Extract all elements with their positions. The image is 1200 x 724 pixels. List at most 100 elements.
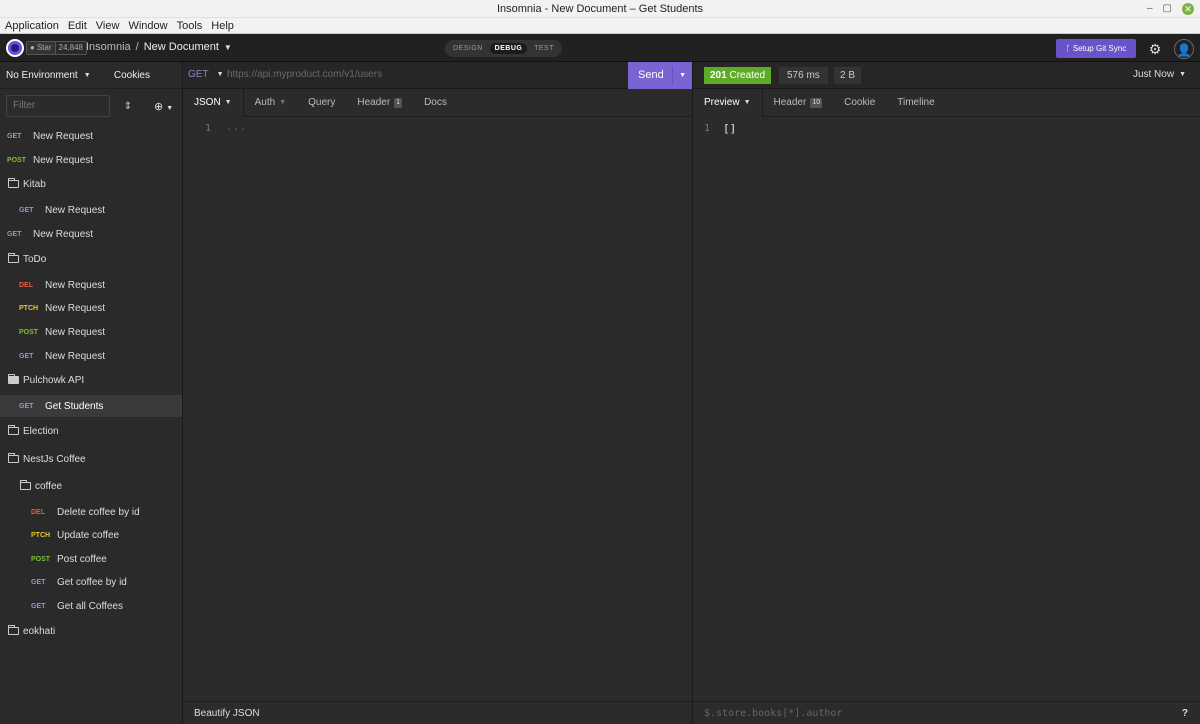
sidebar-folder[interactable]: coffee — [0, 475, 182, 497]
sidebar-request[interactable]: GET Get all Coffees — [0, 595, 182, 617]
tab-timeline[interactable]: Timeline — [886, 89, 945, 117]
method-badge: GET — [19, 206, 34, 214]
account-icon[interactable]: 👤 — [1174, 39, 1194, 59]
window-controls: – ▢ ✕ — [1147, 2, 1194, 16]
menu-tools[interactable]: Tools — [177, 18, 203, 33]
insomnia-logo-icon[interactable] — [6, 39, 24, 57]
chevron-down-icon[interactable]: ▼ — [224, 43, 232, 52]
chevron-down-icon[interactable]: ▼ — [679, 62, 686, 89]
folder-icon — [8, 178, 19, 188]
url-input[interactable]: https://api.myproduct.com/v1/users — [227, 69, 382, 80]
mode-test-tab[interactable]: TEST — [529, 43, 559, 54]
menu-application[interactable]: Application — [5, 18, 59, 33]
tab-auth[interactable]: Auth ▼ — [244, 89, 298, 117]
sidebar-request[interactable]: DEL New Request — [0, 274, 182, 296]
history-select[interactable]: Just Now ▼ — [1133, 69, 1186, 80]
minimize-icon[interactable]: – — [1147, 2, 1153, 16]
tab-response-header[interactable]: Header 10 — [763, 89, 834, 117]
sidebar-request[interactable]: PTCH Update coffee — [0, 524, 182, 546]
sidebar-request[interactable]: GET New Request — [0, 223, 182, 245]
folder-icon — [8, 253, 19, 263]
sidebar-item-label: Pulchowk API — [23, 374, 85, 386]
sidebar-request[interactable]: POST New Request — [0, 149, 182, 171]
sidebar-folder[interactable]: ToDo — [0, 248, 182, 270]
menu-edit[interactable]: Edit — [68, 18, 87, 33]
line-number: 1 — [704, 123, 711, 134]
breadcrumb-document[interactable]: New Document — [144, 41, 219, 53]
help-icon[interactable]: ? — [1182, 708, 1188, 719]
sidebar-folder[interactable]: eokhati — [0, 620, 182, 642]
method-select[interactable]: GET ▼ — [188, 69, 224, 80]
cookies-button[interactable]: Cookies — [114, 70, 176, 81]
mode-debug-tab[interactable]: DEBUG — [489, 43, 528, 54]
add-plus-icon[interactable]: ⊕ ▼ — [154, 100, 173, 113]
sidebar-folder[interactable]: NestJs Coffee — [0, 448, 182, 470]
send-button[interactable]: Send ▼ — [628, 62, 692, 89]
sidebar-request[interactable]: GET New Request — [0, 125, 182, 147]
tab-cookie[interactable]: Cookie — [833, 89, 886, 117]
status-text: Created — [729, 70, 766, 81]
sort-icon[interactable]: ⇕ — [120, 101, 136, 112]
response-filter-input[interactable]: $.store.books[*].author — [704, 708, 842, 719]
sidebar-item-label: Get Students — [45, 400, 104, 412]
sidebar-item-label: Election — [23, 425, 59, 437]
method-badge: POST — [7, 156, 27, 164]
menu-view[interactable]: View — [96, 18, 120, 33]
method-badge: POST — [31, 555, 51, 563]
request-footer: Beautify JSON — [183, 701, 692, 724]
sidebar-request[interactable]: GET Get coffee by id — [0, 571, 182, 593]
sidebar-folder[interactable]: Pulchowk API — [0, 369, 182, 391]
filter-input[interactable]: Filter — [6, 95, 110, 117]
tab-json[interactable]: JSON ▼ — [183, 89, 244, 117]
maximize-icon[interactable]: ▢ — [1163, 2, 1172, 16]
sidebar-request[interactable]: POST Post coffee — [0, 548, 182, 570]
menu-window[interactable]: Window — [128, 18, 167, 33]
sidebar-request[interactable]: GET New Request — [0, 199, 182, 221]
folder-icon — [8, 425, 19, 435]
app-header: ● Star 24,848 Insomnia / New Document ▼ … — [0, 34, 1200, 62]
method-label: GET — [188, 69, 209, 80]
window-title-bar: Insomnia - New Document – Get Students –… — [0, 0, 1200, 18]
tab-preview[interactable]: Preview ▼ — [693, 89, 763, 117]
environment-select[interactable]: No Environment ▼ — [6, 70, 91, 81]
chevron-down-icon: ▼ — [743, 99, 751, 106]
sidebar-folder[interactable]: Election — [0, 420, 182, 442]
response-footer: $.store.books[*].author ? — [692, 701, 1200, 724]
github-star-badge[interactable]: ● Star 24,848 — [26, 41, 87, 55]
gear-icon[interactable]: ⚙ — [1145, 39, 1165, 59]
sidebar-item-label: Delete coffee by id — [57, 506, 140, 518]
sidebar-item-label: New Request — [33, 228, 94, 240]
close-icon[interactable]: ✕ — [1182, 3, 1194, 15]
beautify-json-button[interactable]: Beautify JSON — [194, 708, 260, 719]
git-sync-label: Setup Git Sync — [1072, 44, 1127, 53]
folder-icon — [20, 480, 31, 490]
sidebar-request[interactable]: PTCH New Request — [0, 297, 182, 319]
response-header-count-badge: 10 — [810, 98, 823, 108]
sidebar-request[interactable]: GET Get Students — [0, 395, 182, 417]
sidebar-folder[interactable]: Kitab — [0, 173, 182, 195]
tab-query[interactable]: Query — [297, 89, 346, 117]
sidebar-item-label: Post coffee — [57, 553, 107, 565]
sidebar-request[interactable]: DEL Delete coffee by id — [0, 501, 182, 523]
menu-help[interactable]: Help — [211, 18, 234, 33]
body-placeholder: ... — [226, 122, 248, 133]
tab-header[interactable]: Header 1 — [346, 89, 413, 117]
sidebar-item-label: New Request — [33, 130, 94, 142]
tab-docs[interactable]: Docs — [413, 89, 458, 117]
sidebar-item-label: coffee — [35, 480, 63, 492]
mode-design-tab[interactable]: DESIGN — [448, 43, 488, 54]
sidebar-request[interactable]: POST New Request — [0, 321, 182, 343]
method-badge: DEL — [19, 281, 33, 289]
star-count: 24,848 — [54, 42, 86, 54]
response-body-viewer[interactable]: 1 [] — [692, 117, 1200, 701]
sidebar: No Environment ▼ Cookies Filter ⇕ ⊕ ▼ GE… — [0, 62, 183, 724]
request-body-editor[interactable]: 1 ... — [183, 117, 692, 701]
breadcrumb-app[interactable]: Insomnia — [86, 41, 131, 53]
filter-row: Filter ⇕ ⊕ ▼ — [0, 89, 182, 123]
chevron-down-icon: ▼ — [224, 99, 232, 106]
chevron-down-icon: ▼ — [279, 99, 287, 106]
response-bar: 201 Created 576 ms 2 B Just Now ▼ — [692, 62, 1200, 89]
sidebar-request[interactable]: GET New Request — [0, 345, 182, 367]
window-title: Insomnia - New Document – Get Students — [496, 3, 704, 15]
setup-git-sync-button[interactable]: ᚴ Setup Git Sync — [1056, 39, 1136, 58]
